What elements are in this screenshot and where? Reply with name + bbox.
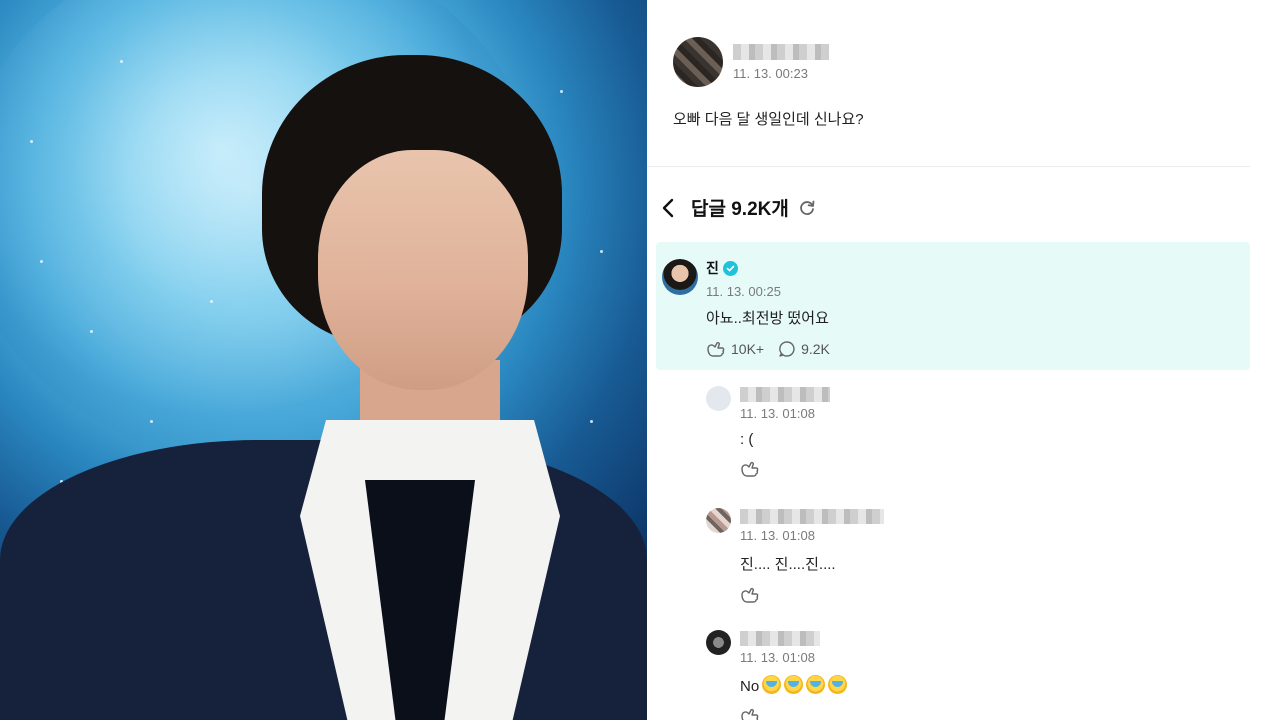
crying-emoji-icon <box>828 675 848 694</box>
artist-reply-body: 진 11. 13. 00:25 아뇨..최전방 떴어요 10K+ 9.2K <box>706 258 830 358</box>
post-header: 11. 13. 00:23 <box>673 37 829 87</box>
divider <box>647 166 1250 167</box>
crying-emoji-icon <box>806 675 826 694</box>
commenter-name-redacted[interactable] <box>740 509 884 524</box>
star-dot <box>150 420 153 423</box>
comment-count: 9.2K <box>801 341 830 357</box>
like-button[interactable] <box>740 707 762 720</box>
post-text: 오빠 다음 달 생일인데 신나요? <box>673 111 864 128</box>
crying-emoji-icon <box>784 675 804 694</box>
comment-text: No <box>740 678 760 695</box>
post-time: 11. 13. 00:23 <box>733 65 808 81</box>
artist-reply-text: 아뇨..최전방 떴어요 <box>706 310 829 327</box>
comment-time: 11. 13. 01:08 <box>740 650 815 665</box>
artist-reply-stats: 10K+ 9.2K <box>706 340 830 358</box>
like-button[interactable] <box>740 460 762 480</box>
replies-count-title: 답글 9.2K개 <box>691 199 789 220</box>
star-dot <box>600 250 603 253</box>
star-dot <box>40 260 43 263</box>
crying-emoji-icon <box>762 675 782 694</box>
like-button[interactable] <box>740 586 762 606</box>
like-button[interactable]: 10K+ <box>706 340 764 358</box>
comment-time: 11. 13. 01:08 <box>740 406 815 421</box>
star-dot <box>30 140 33 143</box>
star-dot <box>120 60 123 63</box>
profile-photo <box>0 0 647 720</box>
comment-button[interactable]: 9.2K <box>778 340 830 358</box>
like-icon <box>741 708 759 720</box>
comment-icon <box>779 341 795 357</box>
post-author-name-redacted[interactable] <box>733 43 829 60</box>
like-count: 10K+ <box>731 341 765 357</box>
comment-time: 11. 13. 01:08 <box>740 528 815 543</box>
comment-body: 11. 13. 01:08 진.... 진....진.... <box>740 506 1140 606</box>
like-icon <box>741 461 759 477</box>
commenter-avatar[interactable] <box>706 386 731 411</box>
artist-name[interactable]: 진 <box>706 258 719 278</box>
commenter-name-redacted[interactable] <box>740 631 820 646</box>
refresh-icon[interactable] <box>797 198 817 218</box>
verified-icon <box>722 260 738 276</box>
comment-text-row: No <box>740 675 1140 695</box>
replies-header: 답글 9.2K개 <box>659 194 817 221</box>
star-dot <box>590 420 593 423</box>
star-dot <box>210 300 213 303</box>
commenter-name-redacted[interactable] <box>740 387 830 402</box>
comment-body: 11. 13. 01:08 No <box>740 628 1140 720</box>
post-meta: 11. 13. 00:23 <box>733 43 829 81</box>
commenter-avatar[interactable] <box>706 508 731 533</box>
star-dot <box>560 90 563 93</box>
comment-text: 진.... 진....진.... <box>740 556 836 573</box>
commenter-avatar[interactable] <box>706 630 731 655</box>
post-author-avatar[interactable] <box>673 37 723 87</box>
artist-name-row: 진 <box>706 258 830 278</box>
artist-reply-time: 11. 13. 00:25 <box>706 284 781 299</box>
star-dot <box>90 330 93 333</box>
artist-reply-card: 진 11. 13. 00:25 아뇨..최전방 떴어요 10K+ 9.2K <box>656 242 1250 370</box>
comment-body: 11. 13. 01:08 : ( <box>740 384 1140 480</box>
comment-text: : ( <box>740 431 754 448</box>
like-icon <box>707 341 725 357</box>
artist-avatar[interactable] <box>662 259 698 295</box>
thread-panel: 11. 13. 00:23 오빠 다음 달 생일인데 신나요? 답글 9.2K개… <box>647 0 1280 720</box>
back-icon[interactable] <box>659 195 677 221</box>
face <box>318 150 528 390</box>
like-icon <box>741 587 759 603</box>
